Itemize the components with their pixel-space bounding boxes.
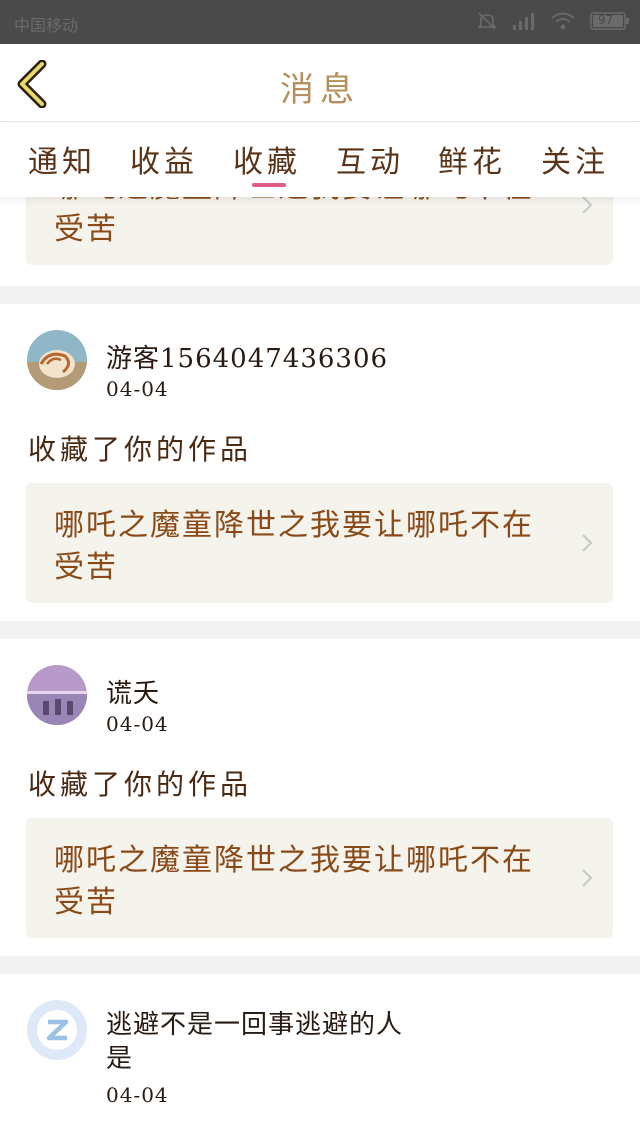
status-bar: 中国移动 97: [0, 0, 640, 44]
work-card[interactable]: 哪吒之魔童降世之我要让哪吒不在受苦: [26, 197, 613, 265]
username[interactable]: 游客1564047436306: [106, 338, 388, 375]
battery-level: 97: [598, 13, 614, 27]
action-text: 收藏了你的作品: [28, 768, 253, 801]
work-title: 哪吒之魔童降世之我要让哪吒不在受苦: [54, 508, 534, 585]
section-divider: [0, 286, 640, 304]
active-tab-indicator: [252, 183, 286, 187]
sunset-pier-icon: [27, 665, 87, 725]
battery-icon: 97: [590, 11, 630, 31]
section-divider: [0, 956, 640, 974]
page-title: 消息: [280, 70, 360, 110]
signal-icon: [512, 11, 536, 31]
tab-flowers[interactable]: 鲜花: [438, 137, 506, 181]
section-divider: [0, 621, 640, 639]
work-title: 哪吒之魔童降世之我要让哪吒不在受苦: [54, 197, 532, 247]
carrier-label: 中国移动: [14, 16, 79, 35]
tab-follows[interactable]: 关注: [541, 137, 609, 181]
work-title: 哪吒之魔童降世之我要让哪吒不在受苦: [54, 843, 534, 920]
chevron-right-icon: [582, 534, 593, 552]
tab-bar: 通知 收益 收藏 互动 鲜花 关注: [0, 123, 640, 197]
message-date: 04-04: [106, 1083, 169, 1107]
chevron-right-icon: [582, 869, 593, 887]
tab-notifications[interactable]: 通知: [28, 137, 96, 181]
avatar[interactable]: [27, 1000, 87, 1060]
username[interactable]: 谎夭: [106, 673, 160, 710]
tab-earnings[interactable]: 收益: [130, 137, 198, 181]
avatar[interactable]: [27, 665, 87, 725]
work-card[interactable]: 哪吒之魔童降世之我要让哪吒不在受苦: [26, 818, 613, 938]
message-date: 04-04: [106, 377, 169, 401]
chevron-right-icon: [582, 197, 593, 214]
message-feed[interactable]: 哪吒之魔童降世之我要让哪吒不在受苦 游客1564047436306 04-04 …: [0, 197, 640, 1138]
wifi-icon: [550, 11, 576, 31]
avatar[interactable]: [27, 330, 87, 390]
tab-interactions[interactable]: 互动: [336, 137, 404, 181]
mute-icon: [476, 10, 498, 32]
app-header: 消息: [0, 44, 640, 122]
message-date: 04-04: [106, 712, 169, 736]
work-card[interactable]: 哪吒之魔童降世之我要让哪吒不在受苦: [26, 483, 613, 603]
action-text: 收藏了你的作品: [28, 433, 253, 466]
nautilus-shell-icon: [27, 330, 87, 390]
tab-favorites[interactable]: 收藏: [233, 137, 301, 181]
username[interactable]: 逃避不是一回事逃避的人是: [106, 1008, 406, 1076]
qq-default-avatar-icon: [27, 1000, 87, 1060]
